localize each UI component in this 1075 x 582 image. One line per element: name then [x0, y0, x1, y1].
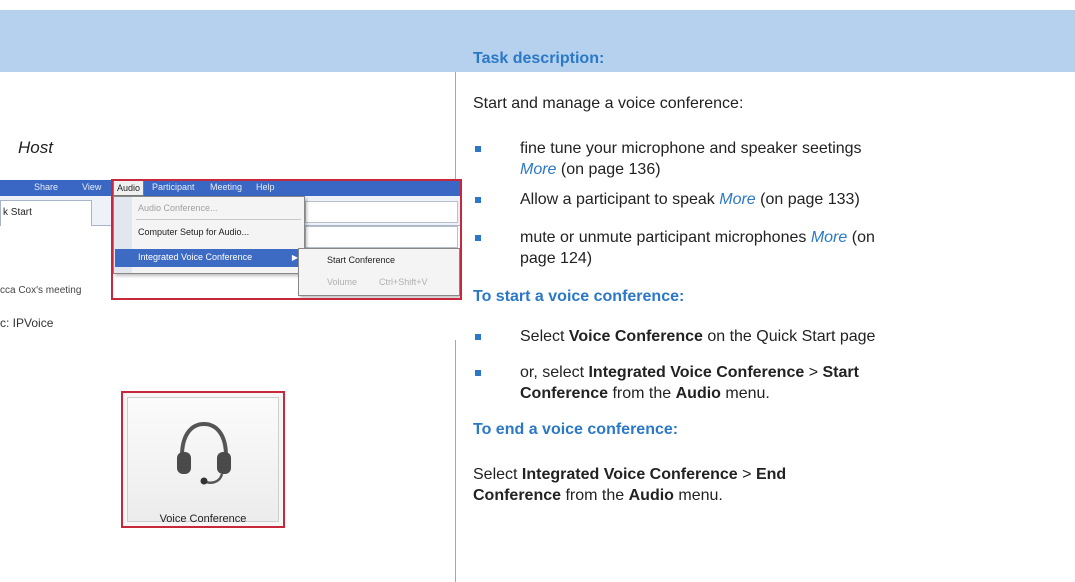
- bullet-item: mute or unmute participant microphones M…: [520, 229, 875, 267]
- more-link[interactable]: More: [520, 161, 556, 178]
- bullet-icon: [475, 235, 481, 241]
- start-step-1: Select Voice Conference on the Quick Sta…: [520, 328, 876, 345]
- meeting-topic: c: IPVoice: [0, 316, 54, 330]
- bullet-icon: [475, 334, 481, 340]
- task-heading: Task description:: [473, 50, 605, 67]
- end-heading: To end a voice conference:: [473, 421, 679, 438]
- bullet-item: fine tune your microphone and speaker se…: [520, 140, 862, 178]
- menu-view[interactable]: View: [82, 182, 101, 192]
- headset-icon: [177, 421, 231, 485]
- host-label: Host: [18, 138, 53, 157]
- intro-text: Start and manage a voice conference:: [473, 95, 744, 112]
- menu-share[interactable]: Share: [34, 182, 58, 192]
- bullet-icon: [475, 370, 481, 376]
- voice-conference-button[interactable]: Voice Conference: [121, 391, 285, 528]
- more-link[interactable]: More: [811, 229, 847, 246]
- bullet-icon: [475, 197, 481, 203]
- highlight-frame: [111, 179, 462, 300]
- bullet-item: Allow a participant to speak More (on pa…: [520, 191, 860, 208]
- meeting-name: cca Cox's meeting: [0, 285, 82, 296]
- voice-conference-label: Voice Conference: [159, 513, 247, 525]
- end-step: Select Integrated Voice Conference > End…: [473, 466, 787, 504]
- tab-quick-start[interactable]: k Start: [0, 200, 92, 226]
- bullet-icon: [475, 146, 481, 152]
- more-link[interactable]: More: [719, 191, 755, 208]
- start-heading: To start a voice conference:: [473, 288, 685, 305]
- start-step-2: or, select Integrated Voice Conference >…: [520, 364, 859, 402]
